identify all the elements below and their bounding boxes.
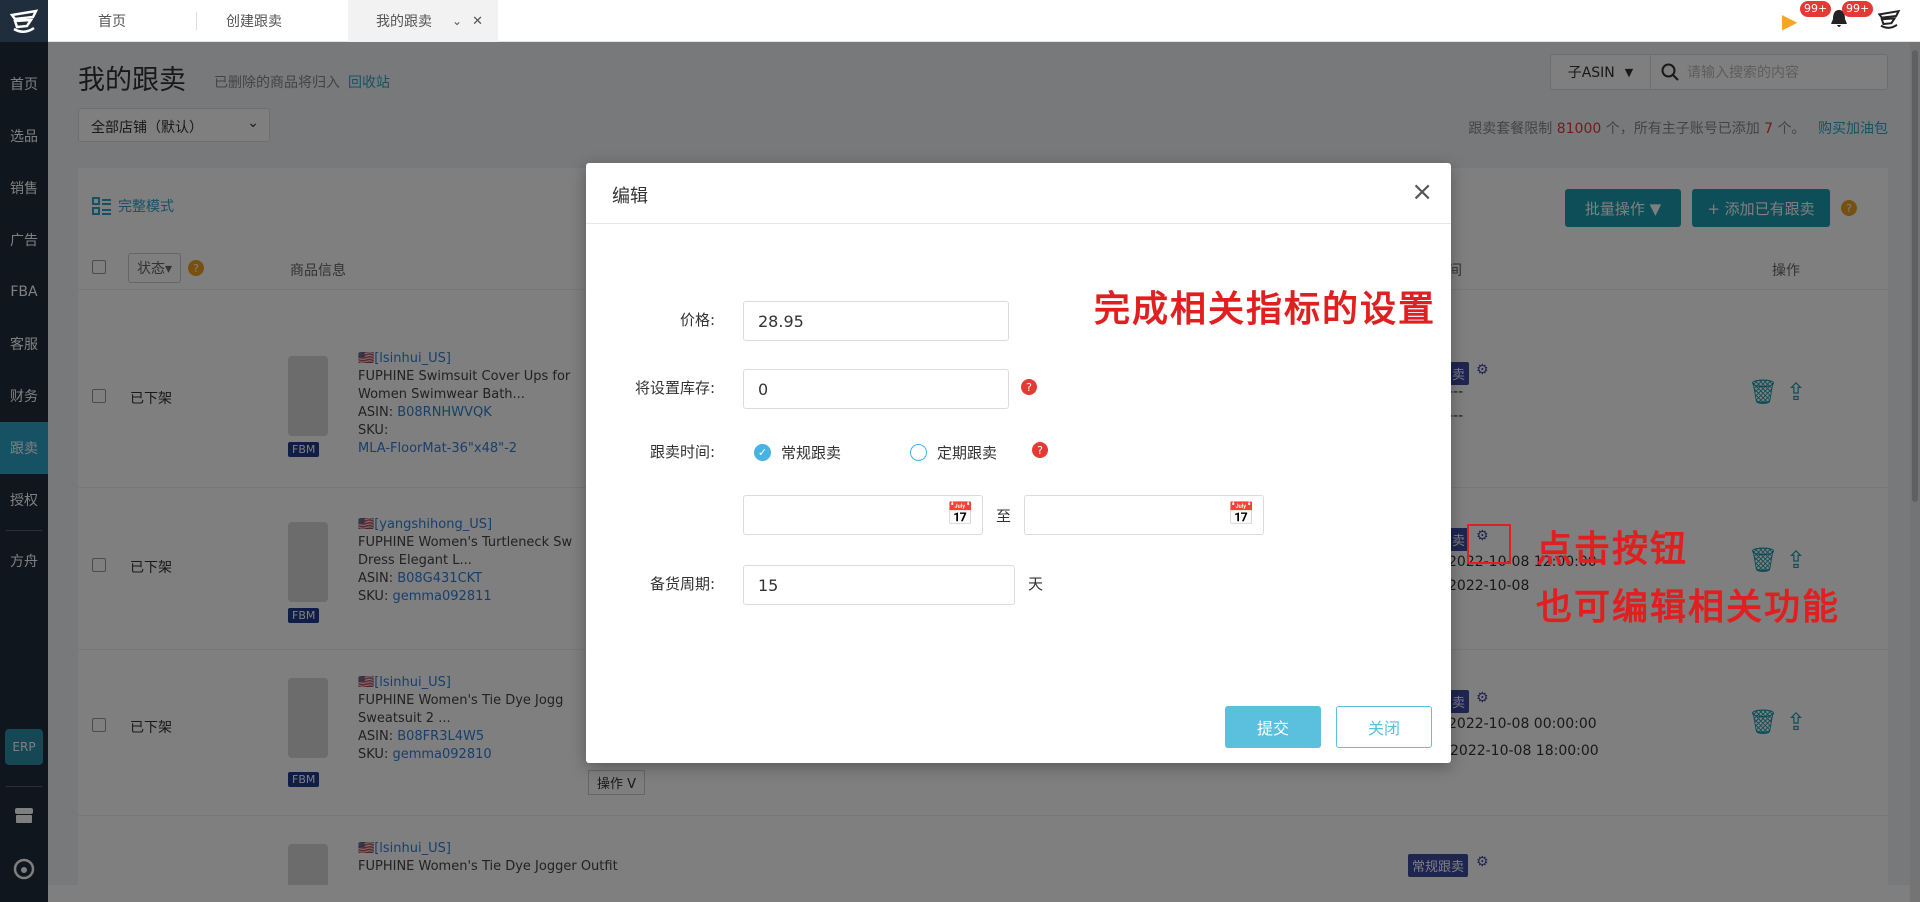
- follow-time-label: 跟卖时间:: [649, 443, 715, 461]
- bell-badge: 99+: [1842, 1, 1874, 17]
- tab-create-follow[interactable]: 创建跟卖: [226, 0, 306, 42]
- price-input[interactable]: 28.95: [743, 301, 1009, 341]
- app-logo[interactable]: [0, 0, 48, 44]
- stock-cycle-input[interactable]: 15: [743, 565, 1015, 605]
- stock-cycle-unit: 天: [1028, 575, 1044, 593]
- stock-cycle-label: 备货周期:: [649, 575, 715, 593]
- radio-checked-icon: ✓: [754, 444, 771, 461]
- edit-modal: 编辑 × 价格: 28.95 将设置库存: 0 ? 跟卖时间: ✓ 常规跟卖 定…: [586, 163, 1451, 763]
- close-icon[interactable]: ×: [1411, 177, 1433, 207]
- tab-divider: [196, 12, 197, 30]
- user-logo-icon[interactable]: [1877, 9, 1901, 36]
- calendar-icon[interactable]: 📅: [947, 502, 974, 527]
- submit-button[interactable]: 提交: [1225, 706, 1321, 748]
- date-range-separator: 至: [996, 507, 1012, 525]
- radio-scheduled-follow[interactable]: 定期跟卖: [910, 442, 997, 463]
- end-date-input[interactable]: 📅: [1024, 495, 1264, 535]
- tab-home[interactable]: 首页: [98, 0, 158, 42]
- highlight-box: [1467, 524, 1511, 564]
- logo-icon: [9, 9, 39, 33]
- annotation-click-button: 点击按钮: [1536, 529, 1689, 570]
- stock-label: 将设置库存:: [634, 379, 715, 397]
- chevron-down-icon[interactable]: ⌄: [452, 14, 462, 28]
- close-button[interactable]: 关闭: [1336, 706, 1432, 748]
- annotation-also-edit: 也可编辑相关功能: [1536, 587, 1841, 628]
- tab-my-follow[interactable]: 我的跟卖 ⌄ ✕: [348, 0, 498, 42]
- price-label: 价格:: [679, 311, 715, 329]
- flag-badge: 99+: [1800, 1, 1832, 17]
- annotation-complete-settings: 完成相关指标的设置: [1094, 289, 1437, 330]
- start-date-input[interactable]: 📅: [743, 495, 983, 535]
- stock-input[interactable]: 0: [743, 369, 1009, 409]
- close-icon[interactable]: ✕: [472, 14, 483, 29]
- help-icon[interactable]: ?: [1021, 379, 1037, 395]
- radio-regular-follow[interactable]: ✓ 常规跟卖: [754, 442, 841, 463]
- modal-header: 编辑 ×: [586, 163, 1451, 224]
- flag-icon[interactable]: ▶: [1782, 9, 1797, 33]
- help-icon[interactable]: ?: [1032, 442, 1048, 458]
- top-tab-bar: 首页 创建跟卖 我的跟卖 ⌄ ✕ ▶ 99+ 99+: [48, 0, 1920, 42]
- radio-unchecked-icon: [910, 444, 927, 461]
- calendar-icon[interactable]: 📅: [1228, 502, 1255, 527]
- radio-label: 常规跟卖: [781, 444, 842, 462]
- tab-label: 我的跟卖: [376, 14, 432, 30]
- modal-title: 编辑: [612, 186, 648, 207]
- radio-label: 定期跟卖: [937, 444, 998, 462]
